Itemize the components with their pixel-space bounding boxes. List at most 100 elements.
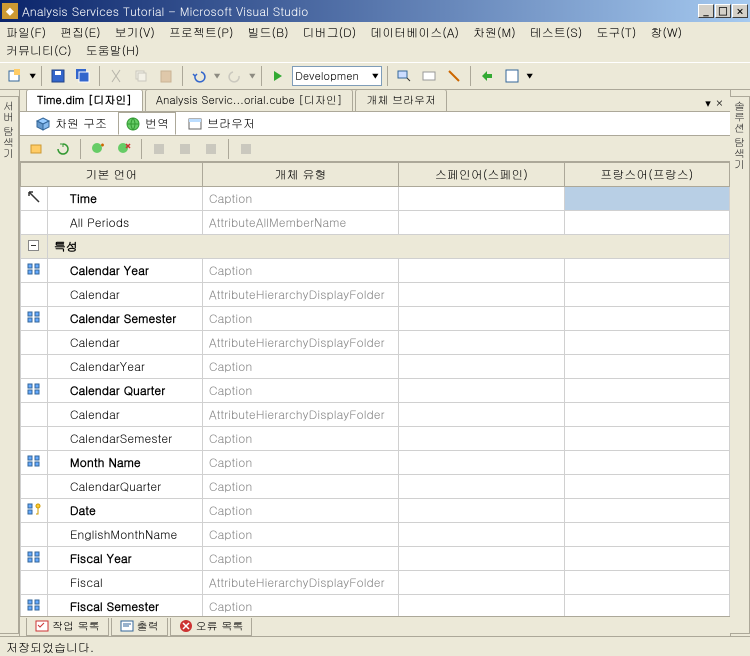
cell-french[interactable] xyxy=(564,283,729,307)
start-button[interactable] xyxy=(267,65,289,87)
menu-file[interactable]: 파일(F) xyxy=(6,24,46,41)
toolbar-overflow-icon[interactable]: ▼ xyxy=(526,71,533,82)
doc-tab-cube[interactable]: Analysis Servic...orial.cube [디자인] xyxy=(145,89,353,111)
reconnect-button[interactable] xyxy=(52,138,74,160)
table-row[interactable]: CalendarQuarterCaption xyxy=(21,475,730,499)
maximize-button[interactable]: □ xyxy=(715,4,731,18)
row-name[interactable]: Date xyxy=(47,499,202,523)
table-row[interactable]: CalendarYearCaption xyxy=(21,355,730,379)
tab-close-icon[interactable]: × xyxy=(715,96,724,111)
tb-cube2[interactable] xyxy=(174,138,196,160)
menu-tools[interactable]: 도구(T) xyxy=(596,24,636,41)
bottom-tab-output[interactable]: 출력 xyxy=(111,618,168,636)
subtab-browser[interactable]: 브라우저 xyxy=(180,112,262,135)
dropdown-icon[interactable]: ▼ xyxy=(29,71,36,82)
doc-tab-time-dim[interactable]: Time.dim [디자인] xyxy=(26,89,143,111)
cell-french[interactable] xyxy=(564,547,729,571)
redo-button[interactable] xyxy=(224,65,246,87)
minimize-button[interactable]: _ xyxy=(698,4,714,18)
deploy-button[interactable] xyxy=(476,65,498,87)
expand-icon[interactable] xyxy=(21,235,48,259)
row-name[interactable]: Fiscal Semester xyxy=(47,595,202,617)
table-row[interactable]: FiscalAttributeHierarchyDisplayFolder xyxy=(21,571,730,595)
cell-spanish[interactable] xyxy=(399,403,564,427)
cell-french[interactable] xyxy=(564,259,729,283)
undo-dropdown-icon[interactable]: ▼ xyxy=(213,71,220,82)
table-row[interactable]: 특성 xyxy=(21,235,730,259)
cut-button[interactable] xyxy=(105,65,127,87)
table-row[interactable]: Month NameCaption xyxy=(21,451,730,475)
process-button[interactable] xyxy=(26,138,48,160)
cell-french[interactable] xyxy=(564,475,729,499)
header-type[interactable]: 개체 유형 xyxy=(202,163,398,187)
table-row[interactable]: Fiscal SemesterCaption xyxy=(21,595,730,617)
cell-spanish[interactable] xyxy=(399,547,564,571)
left-tab-server-explorer[interactable]: 서버 탐색기 xyxy=(0,96,19,634)
menu-view[interactable]: 보기(V) xyxy=(115,24,155,41)
header-language[interactable]: 기본 언어 xyxy=(21,163,203,187)
table-row[interactable]: DateCaption xyxy=(21,499,730,523)
row-name[interactable]: Calendar Quarter xyxy=(47,379,202,403)
cell-spanish[interactable] xyxy=(399,451,564,475)
comment-button[interactable] xyxy=(418,65,440,87)
table-row[interactable]: CalendarSemesterCaption xyxy=(21,427,730,451)
table-row[interactable]: Calendar SemesterCaption xyxy=(21,307,730,331)
doc-tab-object-browser[interactable]: 개체 브라우저 xyxy=(355,89,447,111)
right-tab-solution[interactable]: 솔루션 탐색기 xyxy=(729,96,750,634)
row-name[interactable]: Time xyxy=(47,187,202,211)
table-row[interactable]: Calendar YearCaption xyxy=(21,259,730,283)
row-name[interactable]: CalendarYear xyxy=(47,355,202,379)
menu-window[interactable]: 창(W) xyxy=(650,24,682,41)
bottom-tab-errors[interactable]: 오류 목록 xyxy=(170,618,253,636)
cell-french[interactable] xyxy=(564,523,729,547)
table-row[interactable]: CalendarAttributeHierarchyDisplayFolder xyxy=(21,283,730,307)
cell-french[interactable] xyxy=(564,499,729,523)
table-row[interactable]: TimeCaption xyxy=(21,187,730,211)
cell-french[interactable] xyxy=(564,571,729,595)
menu-community[interactable]: 커뮤니티(C) xyxy=(6,42,72,59)
cell-spanish[interactable] xyxy=(399,187,564,211)
row-name[interactable]: All Periods xyxy=(47,211,202,235)
cell-french[interactable] xyxy=(564,379,729,403)
table-row[interactable]: All PeriodsAttributeAllMemberName xyxy=(21,211,730,235)
undo-button[interactable] xyxy=(188,65,210,87)
tools-button[interactable] xyxy=(443,65,465,87)
menu-debug[interactable]: 디버그(D) xyxy=(303,24,357,41)
cell-spanish[interactable] xyxy=(399,595,564,617)
row-name[interactable]: CalendarQuarter xyxy=(47,475,202,499)
table-row[interactable]: Fiscal YearCaption xyxy=(21,547,730,571)
table-row[interactable]: Calendar QuarterCaption xyxy=(21,379,730,403)
cell-french[interactable] xyxy=(564,595,729,617)
menu-test[interactable]: 테스트(S) xyxy=(530,24,583,41)
header-spanish[interactable]: 스페인어(스페인) xyxy=(399,163,564,187)
header-french[interactable]: 프랑스어(프랑스) xyxy=(564,163,729,187)
row-name[interactable]: Calendar xyxy=(47,283,202,307)
subtab-structure[interactable]: 차원 구조 xyxy=(28,112,114,135)
cell-spanish[interactable] xyxy=(399,331,564,355)
cell-spanish[interactable] xyxy=(399,379,564,403)
save-button[interactable] xyxy=(47,65,69,87)
cell-french[interactable] xyxy=(564,307,729,331)
cell-french[interactable] xyxy=(564,427,729,451)
delete-translation-button[interactable] xyxy=(113,138,135,160)
tab-list-dropdown-icon[interactable]: ▾ xyxy=(705,96,711,111)
menu-edit[interactable]: 편집(E) xyxy=(60,24,101,41)
redo-dropdown-icon[interactable]: ▼ xyxy=(249,71,256,82)
tb-cube4[interactable] xyxy=(235,138,257,160)
cell-french[interactable] xyxy=(564,187,729,211)
cell-spanish[interactable] xyxy=(399,499,564,523)
menu-build[interactable]: 빌드(B) xyxy=(248,24,289,41)
row-name[interactable]: Month Name xyxy=(47,451,202,475)
row-name[interactable]: Fiscal Year xyxy=(47,547,202,571)
row-name[interactable]: Calendar xyxy=(47,331,202,355)
row-name[interactable]: Fiscal xyxy=(47,571,202,595)
copy-button[interactable] xyxy=(130,65,152,87)
translation-grid[interactable]: 기본 언어 개체 유형 스페인어(스페인) 프랑스어(프랑스) TimeCapt… xyxy=(20,162,730,616)
paste-button[interactable] xyxy=(155,65,177,87)
cell-spanish[interactable] xyxy=(399,427,564,451)
new-project-button[interactable] xyxy=(4,65,26,87)
cell-french[interactable] xyxy=(564,211,729,235)
subtab-translation[interactable]: 번역 xyxy=(118,112,176,135)
cell-spanish[interactable] xyxy=(399,475,564,499)
config-dropdown[interactable]: Developmen▼ xyxy=(292,66,382,86)
